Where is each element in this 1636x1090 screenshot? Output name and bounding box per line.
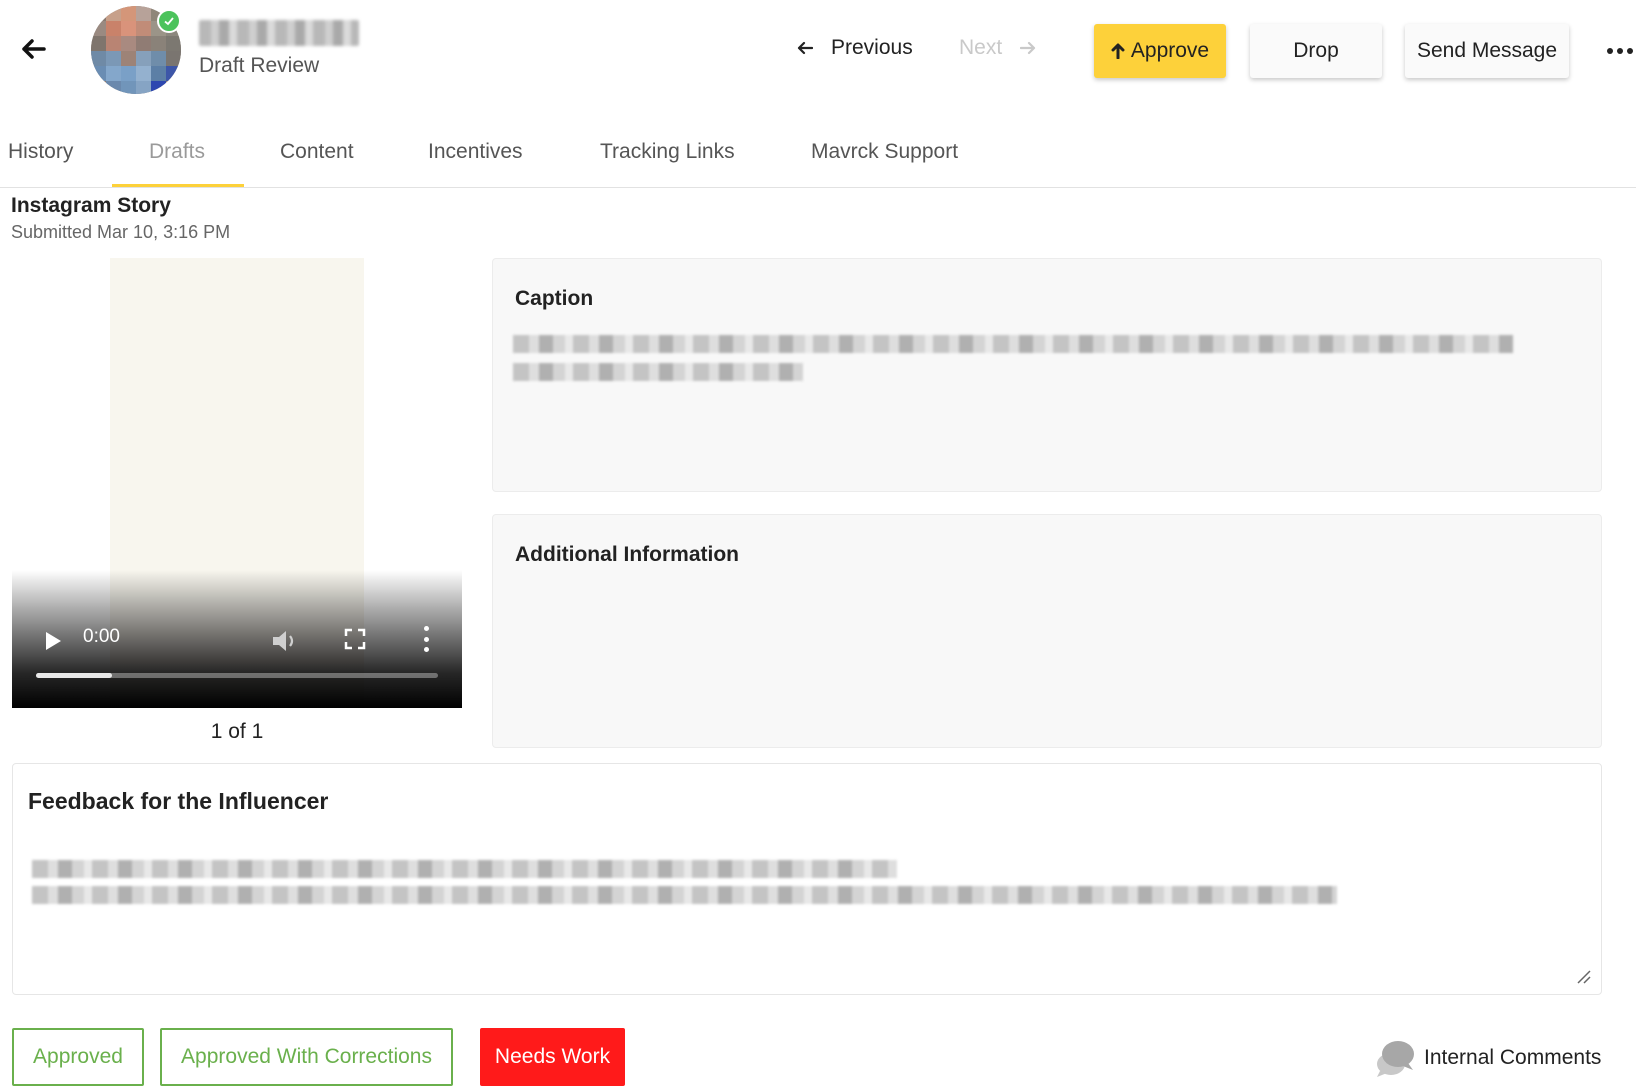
play-button[interactable]	[42, 630, 64, 652]
resize-handle-icon[interactable]	[1575, 968, 1591, 984]
next-label: Next	[959, 36, 1003, 59]
arrow-right-icon	[1020, 41, 1036, 55]
draft-submitted-date: Submitted Mar 10, 3:16 PM	[11, 222, 231, 242]
chat-bubbles-icon	[1377, 1041, 1414, 1077]
video-progress-bar[interactable]	[36, 673, 438, 678]
video-time: 0:00	[83, 626, 120, 647]
approve-label: Approve	[1130, 39, 1210, 62]
play-icon	[46, 632, 61, 650]
video-progress-fill	[36, 673, 113, 678]
previous-label: Previous	[831, 36, 913, 59]
previous-button[interactable]: Previous	[797, 36, 913, 60]
arrow-left-icon	[22, 39, 46, 59]
draft-title: Instagram Story	[11, 194, 171, 217]
needs-work-button[interactable]: Needs Work	[480, 1028, 625, 1086]
vertical-ellipsis-dot	[423, 636, 429, 642]
video-player[interactable]: 0:00	[12, 258, 462, 708]
additional-info-panel: Additional Information	[492, 514, 1602, 748]
drop-label: Drop	[1293, 39, 1339, 62]
feedback-title: Feedback for the Influencer	[28, 788, 329, 814]
volume-icon	[273, 631, 294, 651]
tab-incentives[interactable]: Incentives	[428, 140, 523, 164]
approve-button[interactable]: Approve	[1094, 24, 1226, 78]
tab-content[interactable]: Content	[280, 140, 354, 164]
send-message-label: Send Message	[1416, 39, 1558, 62]
active-tab-indicator	[112, 184, 244, 187]
ellipsis-icon-dot	[1627, 48, 1633, 54]
next-button[interactable]: Next	[959, 36, 1036, 60]
fullscreen-icon	[344, 628, 366, 650]
tab-bar: History Drafts Content Incentives Tracki…	[0, 120, 1636, 188]
internal-comments-label: Internal Comments	[1424, 1046, 1602, 1069]
caption-title: Caption	[515, 287, 594, 310]
tab-mavrck-support[interactable]: Mavrck Support	[811, 140, 958, 164]
tab-tracking-links[interactable]: Tracking Links	[600, 140, 735, 164]
header: Draft Review Previous Next Approve Drop …	[0, 0, 1636, 100]
vertical-ellipsis-dot	[423, 647, 429, 652]
arrow-left-icon	[797, 41, 813, 55]
ellipsis-icon-dot	[1617, 48, 1623, 54]
feedback-box: Feedback for the Influencer	[12, 763, 1602, 995]
media-pager: 1 of 1	[210, 720, 264, 743]
more-options-button[interactable]	[1606, 40, 1634, 62]
caption-text-redacted	[513, 363, 803, 381]
video-controls-overlay	[12, 570, 462, 708]
feedback-textarea[interactable]	[28, 844, 1583, 974]
caption-panel: Caption	[492, 258, 1602, 492]
video-more-button[interactable]	[422, 626, 430, 652]
approved-with-corrections-button[interactable]: Approved With Corrections	[160, 1028, 453, 1086]
volume-button[interactable]	[270, 628, 300, 654]
arrow-up-icon	[1111, 43, 1125, 59]
additional-info-title: Additional Information	[515, 543, 739, 566]
fullscreen-button[interactable]	[343, 627, 367, 651]
approved-button[interactable]: Approved	[12, 1028, 144, 1086]
caption-text-redacted	[513, 335, 1513, 353]
tab-drafts[interactable]: Drafts	[149, 140, 205, 164]
ellipsis-icon	[1607, 48, 1613, 54]
user-status: Draft Review	[199, 54, 320, 77]
internal-comments-button[interactable]: Internal Comments	[1374, 1036, 1601, 1080]
send-message-button[interactable]: Send Message	[1405, 24, 1569, 78]
back-button[interactable]	[16, 34, 50, 64]
drop-button[interactable]: Drop	[1250, 24, 1382, 78]
feedback-text-redacted	[32, 886, 1337, 904]
verified-badge-icon	[157, 9, 181, 33]
user-name-redacted	[199, 20, 359, 46]
vertical-ellipsis-icon	[423, 626, 429, 631]
tab-history[interactable]: History	[8, 140, 73, 164]
feedback-text-redacted	[32, 860, 897, 878]
